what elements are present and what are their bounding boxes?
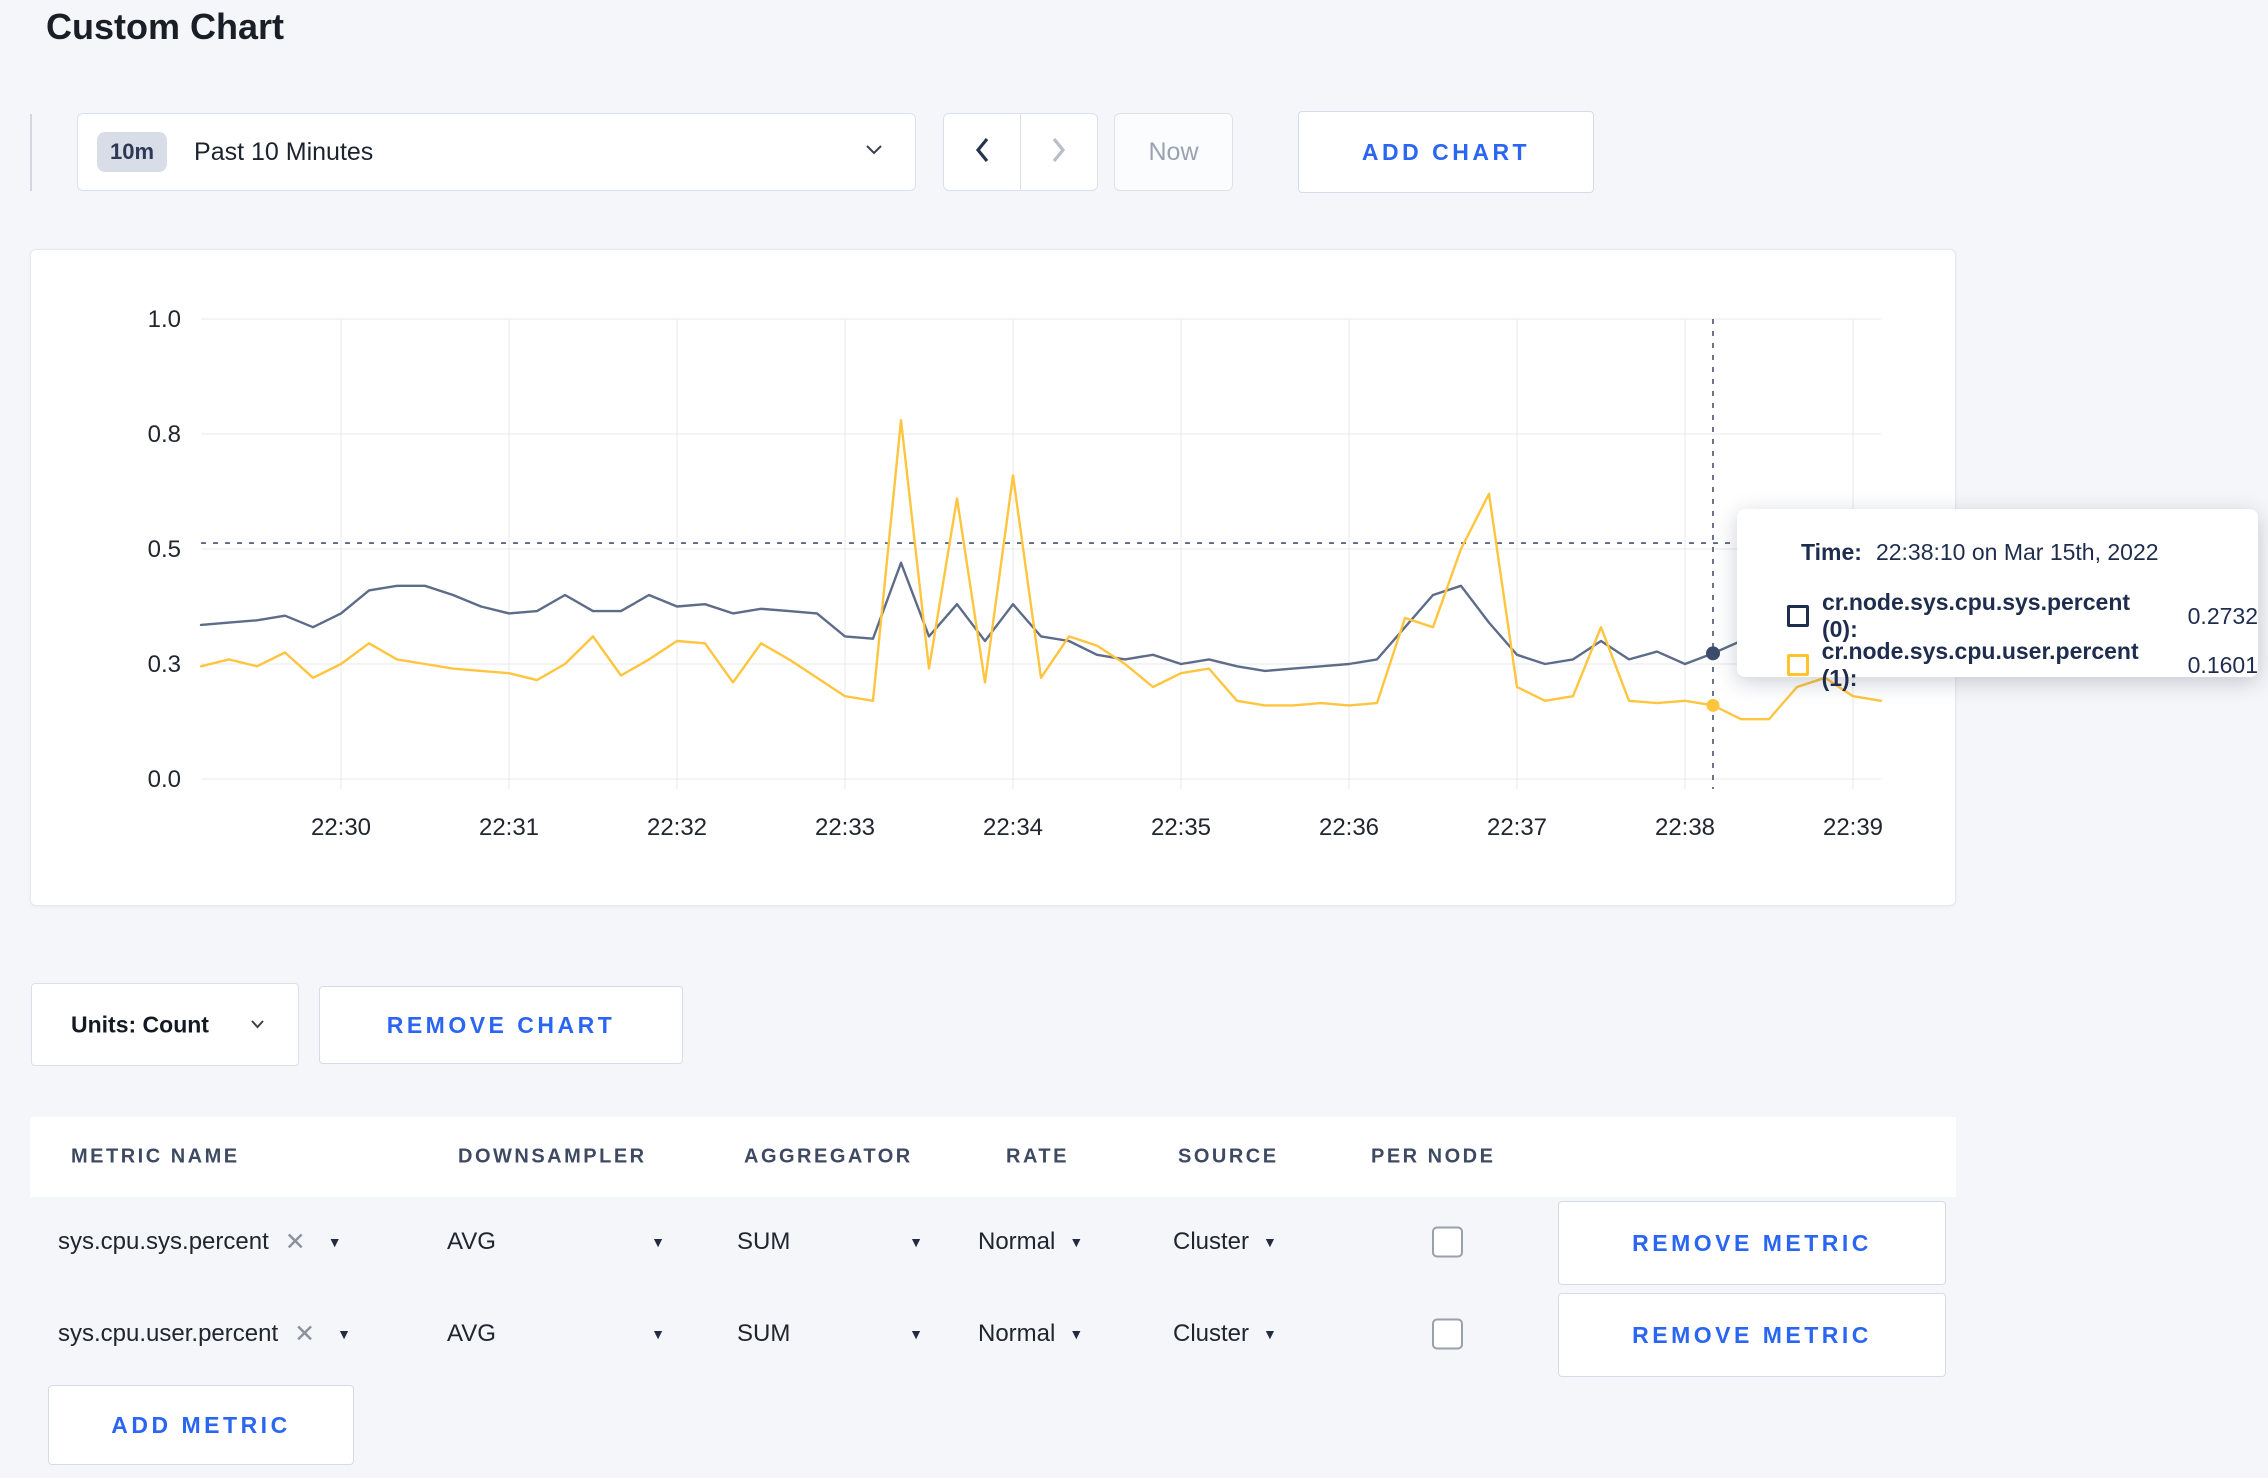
caret-down-icon: ▼: [337, 1326, 351, 1342]
time-range-label: Past 10 Minutes: [194, 137, 374, 166]
metric-name-value: sys.cpu.user.percent: [58, 1320, 279, 1347]
rate-value: Normal: [978, 1228, 1056, 1255]
svg-text:0.0: 0.0: [148, 766, 181, 793]
svg-text:22:34: 22:34: [983, 814, 1043, 841]
metrics-table-header: METRIC NAME DOWNSAMPLER AGGREGATOR RATE …: [30, 1117, 1956, 1197]
time-nav-group: [943, 113, 1098, 191]
aggregator-select[interactable]: SUM ▼: [737, 1228, 923, 1256]
tooltip-series-row: cr.node.sys.cpu.sys.percent (0): 0.2732: [1787, 589, 2258, 643]
series-sys-legend-icon: [1787, 605, 1809, 627]
units-label: Units: Count: [71, 1011, 209, 1037]
tooltip-series-row: cr.node.sys.cpu.user.percent (1): 0.1601: [1787, 638, 2258, 692]
svg-text:0.3: 0.3: [148, 651, 181, 678]
table-row: sys.cpu.user.percent ✕ ▼ AVG ▼ SUM ▼ Nor…: [30, 1288, 1956, 1380]
aggregator-value: SUM: [737, 1320, 791, 1347]
series-user-legend-icon: [1787, 654, 1809, 676]
caret-down-icon: ▼: [651, 1326, 665, 1342]
caret-down-icon: ▼: [909, 1234, 923, 1250]
tooltip-series-label: cr.node.sys.cpu.user.percent (1):: [1821, 638, 2139, 691]
metric-name-value: sys.cpu.sys.percent: [58, 1228, 269, 1255]
header-rate: RATE: [1006, 1145, 1069, 1168]
toolbar-left-rule: [30, 114, 32, 191]
metric-name-select[interactable]: sys.cpu.user.percent ✕ ▼: [58, 1319, 351, 1349]
tooltip-series-label: cr.node.sys.cpu.sys.percent (0):: [1821, 589, 2131, 642]
page-title: Custom Chart: [46, 6, 285, 47]
remove-chart-button[interactable]: REMOVE CHART: [319, 986, 683, 1064]
svg-text:0.8: 0.8: [148, 421, 181, 448]
prev-range-button[interactable]: [944, 114, 1020, 190]
tooltip-time-value: 22:38:10 on Mar 15th, 2022: [1875, 539, 2159, 565]
time-range-badge: 10m: [97, 132, 168, 172]
downsampler-select[interactable]: AVG ▼: [447, 1228, 665, 1256]
add-chart-button[interactable]: ADD CHART: [1298, 111, 1594, 193]
clear-metric-icon[interactable]: ✕: [294, 1319, 315, 1349]
downsampler-select[interactable]: AVG ▼: [447, 1320, 665, 1348]
svg-text:22:39: 22:39: [1823, 814, 1883, 841]
svg-text:22:37: 22:37: [1487, 814, 1547, 841]
svg-text:22:38: 22:38: [1655, 814, 1715, 841]
caret-down-icon: ▼: [651, 1234, 665, 1250]
chevron-down-icon: [250, 1016, 265, 1034]
downsampler-value: AVG: [447, 1320, 496, 1347]
source-value: Cluster: [1173, 1228, 1250, 1255]
chart-svg[interactable]: 0.0 0.3 0.5 0.8 1.0 22:30 22:31 22:32 22:33 22:34…: [31, 250, 1957, 907]
remove-metric-button[interactable]: REMOVE METRIC: [1558, 1201, 1946, 1285]
units-dropdown[interactable]: Units: Count: [31, 983, 299, 1066]
header-aggregator: AGGREGATOR: [744, 1145, 913, 1168]
tooltip-series-value: 0.2732: [2187, 602, 2258, 629]
aggregator-select[interactable]: SUM ▼: [737, 1320, 923, 1348]
per-node-checkbox[interactable]: [1432, 1226, 1463, 1258]
table-row: sys.cpu.sys.percent ✕ ▼ AVG ▼ SUM ▼ Norm…: [30, 1196, 1956, 1288]
downsampler-value: AVG: [447, 1228, 496, 1255]
source-select[interactable]: Cluster ▼: [1173, 1320, 1277, 1348]
aggregator-value: SUM: [737, 1228, 791, 1255]
svg-text:22:33: 22:33: [815, 814, 875, 841]
caret-down-icon: ▼: [1069, 1234, 1084, 1250]
source-value: Cluster: [1173, 1320, 1250, 1347]
svg-text:22:31: 22:31: [479, 814, 539, 841]
header-downsampler: DOWNSAMPLER: [458, 1145, 647, 1168]
remove-metric-button[interactable]: REMOVE METRIC: [1558, 1293, 1946, 1377]
svg-text:22:36: 22:36: [1319, 814, 1379, 841]
chevron-right-icon: [1049, 135, 1069, 170]
svg-text:22:30: 22:30: [311, 814, 371, 841]
svg-text:22:35: 22:35: [1151, 814, 1211, 841]
tooltip-time: Time: 22:38:10 on Mar 15th, 2022: [1801, 539, 2159, 566]
svg-text:0.5: 0.5: [148, 536, 181, 563]
rate-select[interactable]: Normal ▼: [978, 1228, 1083, 1256]
caret-down-icon: ▼: [1263, 1234, 1277, 1250]
source-select[interactable]: Cluster ▼: [1173, 1228, 1277, 1256]
rate-value: Normal: [978, 1320, 1056, 1347]
tooltip-series-value: 0.1601: [2187, 651, 2258, 678]
svg-text:1.0: 1.0: [148, 306, 181, 333]
caret-down-icon: ▼: [1069, 1326, 1084, 1342]
header-source: SOURCE: [1178, 1145, 1279, 1168]
now-button[interactable]: Now: [1114, 113, 1233, 191]
header-metric-name: METRIC NAME: [71, 1145, 240, 1168]
add-metric-button[interactable]: ADD METRIC: [48, 1385, 354, 1465]
chart-card: 0.0 0.3 0.5 0.8 1.0 22:30 22:31 22:32 22:33 22:34…: [30, 249, 1956, 906]
chevron-left-icon: [972, 135, 992, 170]
tooltip-time-label: Time:: [1801, 539, 1862, 565]
next-range-button[interactable]: [1020, 114, 1097, 190]
clear-metric-icon[interactable]: ✕: [285, 1227, 306, 1257]
caret-down-icon: ▼: [1263, 1326, 1277, 1342]
custom-chart-page: Custom Chart 10m Past 10 Minutes Now ADD…: [0, 0, 2268, 1478]
per-node-checkbox[interactable]: [1432, 1318, 1463, 1350]
svg-text:22:32: 22:32: [647, 814, 707, 841]
rate-select[interactable]: Normal ▼: [978, 1320, 1083, 1348]
metric-name-select[interactable]: sys.cpu.sys.percent ✕ ▼: [58, 1227, 342, 1257]
chevron-down-icon: [865, 143, 883, 161]
chart-tooltip: Time: 22:38:10 on Mar 15th, 2022 cr.node.…: [1737, 509, 2258, 691]
caret-down-icon: ▼: [327, 1234, 342, 1250]
caret-down-icon: ▼: [909, 1326, 923, 1342]
time-range-dropdown[interactable]: 10m Past 10 Minutes: [77, 113, 916, 191]
header-per-node: PER NODE: [1371, 1145, 1496, 1168]
